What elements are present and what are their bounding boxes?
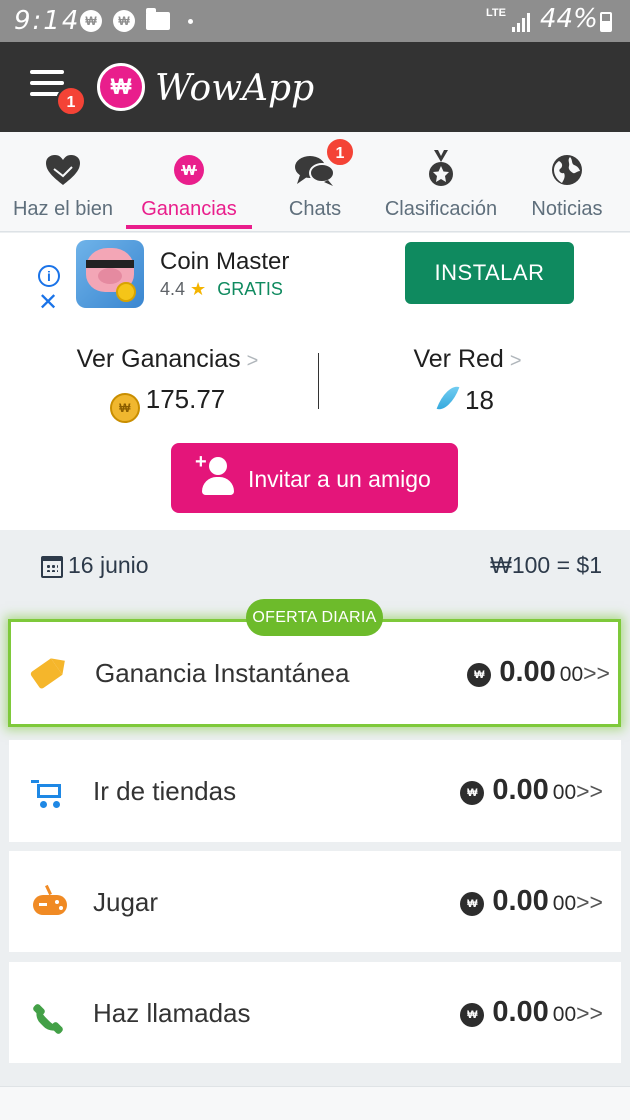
tab-noticias[interactable]: Noticias: [504, 132, 630, 232]
earning-item-amount: ₩0.00 00>>: [467, 656, 610, 689]
tab-clasificacion[interactable]: Clasificación: [378, 132, 504, 232]
status-time: 9:14: [14, 6, 81, 36]
exchange-rate: ₩100 = $1: [490, 552, 602, 578]
invite-label: Invitar a un amigo: [248, 466, 431, 492]
daily-offer-badge: OFERTA DIARIA: [246, 599, 383, 636]
date-row: 16 junio ₩100 = $1: [0, 530, 630, 600]
tag-icon: [29, 658, 63, 690]
star-icon: ★: [190, 279, 207, 299]
tab-label: Ganancias: [141, 198, 237, 220]
app-title: WowApp: [155, 68, 315, 109]
earnings-title: Ver Ganancias >: [76, 345, 259, 373]
ad-rating: 4.4: [160, 279, 186, 299]
wowapp-coin-icon: ₩: [467, 663, 492, 687]
earnings-summary: i ✕ Coin Master 4.4 ★ GRATIS INSTALAR Ve…: [0, 233, 630, 530]
wowapp-coin-icon: ₩: [460, 892, 485, 916]
menu-notification-badge: 1: [56, 86, 86, 116]
network-value: 18: [405, 382, 530, 416]
bottom-edge: [0, 1086, 630, 1120]
earning-item-label: Ganancia Instantánea: [95, 658, 350, 688]
ad-app-title[interactable]: Coin Master: [160, 248, 289, 276]
add-person-icon: +: [195, 451, 237, 497]
heart-icon: [46, 155, 80, 185]
tab-label: Chats: [288, 198, 342, 220]
calendar-icon: [41, 556, 63, 578]
tab-haz-el-bien[interactable]: Haz el bien: [0, 132, 126, 232]
earning-item-label: Ir de tiendas: [93, 776, 237, 806]
medal-icon: [429, 150, 453, 186]
divider: [318, 353, 319, 409]
tab-ganancias[interactable]: W Ganancias: [126, 132, 252, 232]
earning-item-amount: ₩0.00 00>>: [460, 885, 603, 918]
current-date: 16 junio: [68, 552, 149, 578]
battery-percentage: 44%: [540, 4, 598, 34]
shopping-cart-icon: [31, 778, 63, 808]
invite-friend-button[interactable]: + Invitar a un amigo: [171, 443, 458, 513]
ad-close-icon[interactable]: ✕: [38, 291, 58, 315]
wowapp-logo-icon: ₩: [97, 63, 145, 111]
tab-bar: Haz el bien W Ganancias 1 Chats Clasific…: [0, 132, 630, 232]
tab-label: Noticias: [531, 198, 603, 220]
svg-text:W: W: [182, 164, 196, 179]
ad-info-icon[interactable]: i: [38, 265, 60, 287]
earning-item-label: Jugar: [93, 887, 159, 917]
earning-item-label: Haz llamadas: [93, 998, 251, 1028]
earning-item-amount: ₩0.00 00>>: [460, 996, 603, 1029]
ad-app-thumbnail[interactable]: [76, 240, 144, 308]
chevron-right-icon: >: [246, 350, 259, 372]
chats-notification-badge: 1: [325, 137, 355, 167]
earning-item-amount: ₩0.00 00>>: [460, 774, 603, 807]
gamepad-icon: [33, 895, 67, 915]
wowapp-coin-icon: ₩: [460, 781, 485, 805]
network-title: Ver Red >: [413, 345, 522, 373]
chevron-right-icon: >: [509, 350, 522, 372]
phone-icon: [30, 999, 68, 1037]
wowapp-notification-icon: ₩: [113, 10, 135, 32]
notification-dot-icon: [188, 19, 193, 24]
earnings-stat[interactable]: Ver Ganancias > ₩175.77: [65, 345, 270, 423]
network-type-label: LTE: [486, 7, 506, 19]
battery-icon: [600, 12, 612, 32]
active-tab-indicator: [126, 225, 252, 229]
earning-item-shopping[interactable]: Ir de tiendas ₩0.00 00>>: [9, 740, 621, 842]
install-button[interactable]: INSTALAR: [405, 242, 574, 304]
earning-item-games[interactable]: Jugar ₩0.00 00>>: [9, 851, 621, 952]
earnings-value: ₩175.77: [65, 384, 270, 423]
folder-icon: [146, 8, 170, 30]
wowapp-coin-icon: ₩: [460, 1003, 485, 1027]
ad-banner: i ✕ Coin Master 4.4 ★ GRATIS INSTALAR: [0, 233, 630, 323]
wowapp-notification-icon: ₩: [80, 10, 102, 32]
network-stat[interactable]: Ver Red > 18: [405, 345, 530, 416]
tab-chats[interactable]: 1 Chats: [252, 132, 378, 232]
signal-icon: [512, 12, 534, 32]
tab-label: Clasificación: [384, 198, 498, 220]
app-bar: 1 ₩ WowApp: [0, 42, 630, 132]
ad-price: GRATIS: [217, 279, 283, 299]
feather-icon: [436, 382, 460, 414]
earning-item-calls[interactable]: Haz llamadas ₩0.00 00>>: [9, 962, 621, 1063]
ad-app-meta: 4.4 ★ GRATIS: [160, 279, 283, 300]
globe-icon: [552, 155, 582, 185]
tab-label: Haz el bien: [12, 198, 114, 220]
wowapp-coin-icon: W: [174, 155, 204, 185]
status-bar: 9:14 ₩ ₩ LTE 44%: [0, 0, 630, 42]
coin-icon: ₩: [109, 393, 140, 423]
